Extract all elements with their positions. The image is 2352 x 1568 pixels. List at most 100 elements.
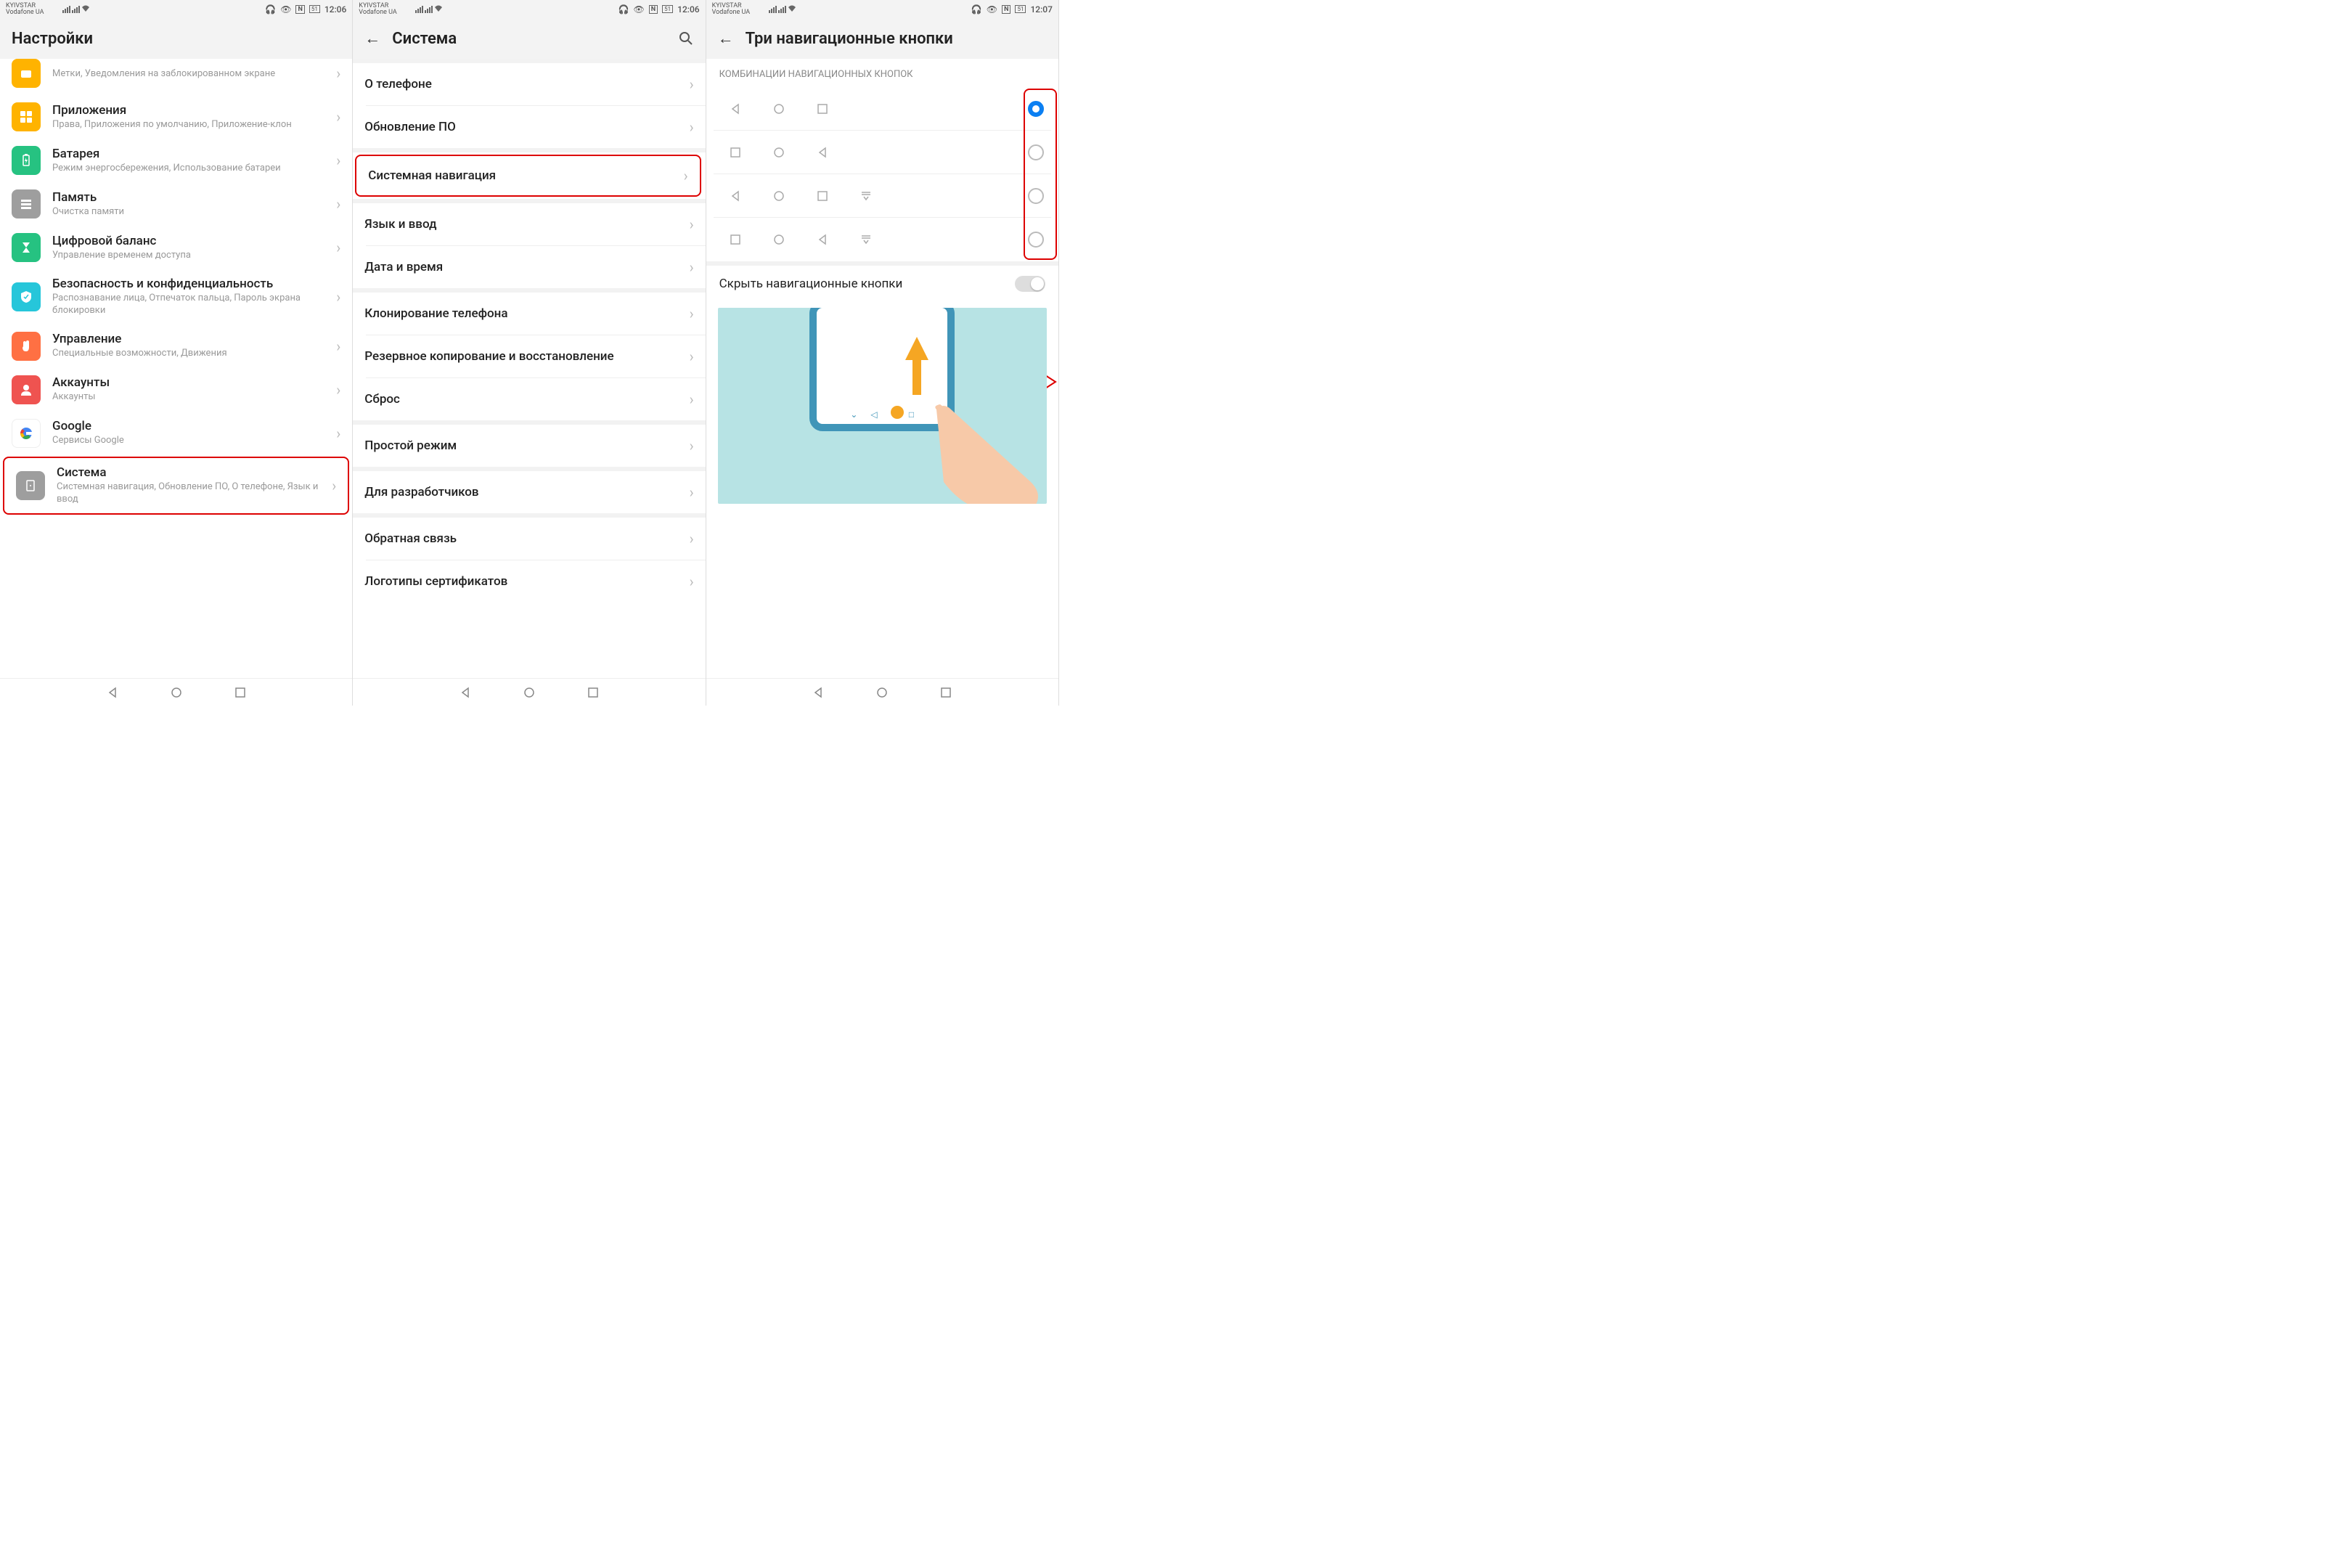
user-icon xyxy=(19,383,33,397)
chevron-right-icon: › xyxy=(336,108,340,126)
touch-point-icon xyxy=(889,404,906,421)
battery-icon: 51 xyxy=(309,5,320,13)
chevron-right-icon: › xyxy=(336,338,340,355)
header: Настройки xyxy=(0,18,352,59)
nav-back-icon[interactable] xyxy=(106,686,119,699)
system-icon xyxy=(23,478,38,493)
chevron-right-icon: › xyxy=(336,65,340,82)
notification-pull-icon xyxy=(859,232,873,247)
row-hide-nav[interactable]: Скрыть навигационные кнопки xyxy=(706,266,1058,302)
square-icon xyxy=(815,189,830,203)
hand-icon xyxy=(922,402,1047,504)
chevron-right-icon: › xyxy=(336,381,340,399)
chevron-right-icon: › xyxy=(336,425,340,442)
screen-three-nav-buttons: KYIVSTAR Vodafone UA 🎧👁 N 51 12:07 ← Три… xyxy=(706,0,1059,706)
row-reset[interactable]: Сброс› xyxy=(353,378,705,420)
row-google[interactable]: GoogleСервисы Google › xyxy=(0,412,352,455)
nfc-icon: N xyxy=(295,5,304,14)
row-simple[interactable]: Простой режим› xyxy=(353,425,705,467)
triangle-left-icon: ◁ xyxy=(870,409,877,420)
row-dev[interactable]: Для разработчиков› xyxy=(353,471,705,513)
headphone-icon: 🎧 xyxy=(265,4,276,15)
storage-icon xyxy=(19,197,33,211)
row-cert[interactable]: Логотипы сертификатов› xyxy=(353,560,705,603)
row-manage[interactable]: УправлениеСпециальные возможности, Движе… xyxy=(0,324,352,368)
triangle-left-icon xyxy=(728,102,743,116)
circle-icon xyxy=(772,145,786,160)
clock: 12:06 xyxy=(324,4,346,15)
illustration: ⌄ ◁ ○ □ xyxy=(718,308,1047,504)
nav-recent-icon[interactable] xyxy=(939,686,952,699)
nav-recent-icon[interactable] xyxy=(234,686,247,699)
combo-row-2[interactable] xyxy=(714,131,1051,174)
row-apps[interactable]: ПриложенияПрава, Приложения по умолчанию… xyxy=(0,95,352,139)
square-icon xyxy=(728,145,743,160)
row-notifications-cut[interactable]: Метки, Уведомления на заблокированном эк… xyxy=(0,59,352,95)
row-system[interactable]: СистемаСистемная навигация, Обновление П… xyxy=(3,457,349,515)
circle-icon xyxy=(772,232,786,247)
row-date[interactable]: Дата и время› xyxy=(353,246,705,288)
hourglass-icon xyxy=(19,240,33,255)
nav-combo-list xyxy=(706,87,1058,261)
row-update[interactable]: Обновление ПО› xyxy=(353,106,705,148)
circle-icon xyxy=(772,102,786,116)
square-icon: □ xyxy=(909,409,914,420)
row-feedback[interactable]: Обратная связь› xyxy=(353,518,705,560)
nav-home-icon[interactable] xyxy=(170,686,183,699)
row-accounts[interactable]: АккаунтыАккаунты › xyxy=(0,368,352,412)
highlight-radios xyxy=(1024,89,1057,260)
hand-icon xyxy=(19,339,33,354)
row-battery[interactable]: БатареяРежим энергосбережения, Использов… xyxy=(0,139,352,182)
chevron-right-icon: › xyxy=(336,152,340,169)
google-icon xyxy=(17,425,35,442)
back-button[interactable]: ← xyxy=(364,29,380,48)
navbar xyxy=(0,678,352,706)
nav-back-icon[interactable] xyxy=(812,686,825,699)
back-button[interactable]: ← xyxy=(718,29,734,48)
statusbar: KYIVSTAR Vodafone UA 🎧 👁 N 51 12:06 xyxy=(0,0,352,18)
chevron-down-icon: ⌄ xyxy=(850,409,857,420)
chevron-right-icon: › xyxy=(332,477,336,494)
nav-back-icon[interactable] xyxy=(459,686,472,699)
shield-icon xyxy=(19,290,33,304)
row-storage[interactable]: ПамятьОчистка памяти › xyxy=(0,182,352,226)
page-title: Настройки xyxy=(12,30,340,48)
combo-row-4[interactable] xyxy=(714,218,1051,261)
chevron-right-icon: › xyxy=(336,239,340,256)
triangle-left-icon xyxy=(728,189,743,203)
nav-recent-icon[interactable] xyxy=(587,686,600,699)
square-icon xyxy=(815,102,830,116)
notification-pull-icon xyxy=(859,189,873,203)
circle-icon xyxy=(772,189,786,203)
eye-icon: 👁 xyxy=(280,4,291,15)
row-lang[interactable]: Язык и ввод› xyxy=(353,203,705,245)
row-digital-balance[interactable]: Цифровой балансУправление временем досту… xyxy=(0,226,352,269)
row-security[interactable]: Безопасность и конфиденциальностьРаспозн… xyxy=(0,269,352,324)
triangle-left-icon xyxy=(815,145,830,160)
combo-row-3[interactable] xyxy=(714,174,1051,218)
row-clone[interactable]: Клонирование телефона› xyxy=(353,293,705,335)
triangle-left-icon xyxy=(815,232,830,247)
row-about[interactable]: О телефоне› xyxy=(353,63,705,105)
page-title: Система xyxy=(392,30,666,48)
hide-nav-toggle[interactable] xyxy=(1015,276,1045,292)
row-sysnav[interactable]: Системная навигация› xyxy=(355,155,701,197)
combo-row-1[interactable] xyxy=(714,87,1051,131)
chevron-right-icon: › xyxy=(336,195,340,213)
wifi-icon xyxy=(81,4,90,13)
screen-system: KYIVSTAR Vodafone UA 🎧👁 N 51 12:06 ← Сис… xyxy=(353,0,706,706)
swipe-up-arrow-icon xyxy=(905,337,928,360)
section-header: КОМБИНАЦИИ НАВИГАЦИОННЫХ КНОПОК xyxy=(706,59,1058,87)
battery-icon xyxy=(19,153,33,168)
page-title: Три навигационные кнопки xyxy=(746,30,1047,48)
search-icon[interactable] xyxy=(678,30,694,46)
nav-home-icon[interactable] xyxy=(875,686,889,699)
statusbar: KYIVSTAR Vodafone UA 🎧👁 N 51 12:06 xyxy=(353,0,705,18)
statusbar: KYIVSTAR Vodafone UA 🎧👁 N 51 12:07 xyxy=(706,0,1058,18)
nav-home-icon[interactable] xyxy=(523,686,536,699)
square-icon xyxy=(728,232,743,247)
carrier2: Vodafone UA xyxy=(6,9,44,16)
apps-icon xyxy=(19,110,33,124)
screen-settings: KYIVSTAR Vodafone UA 🎧 👁 N 51 12:06 Наст… xyxy=(0,0,353,706)
row-backup[interactable]: Резервное копирование и восстановление› xyxy=(353,335,705,377)
